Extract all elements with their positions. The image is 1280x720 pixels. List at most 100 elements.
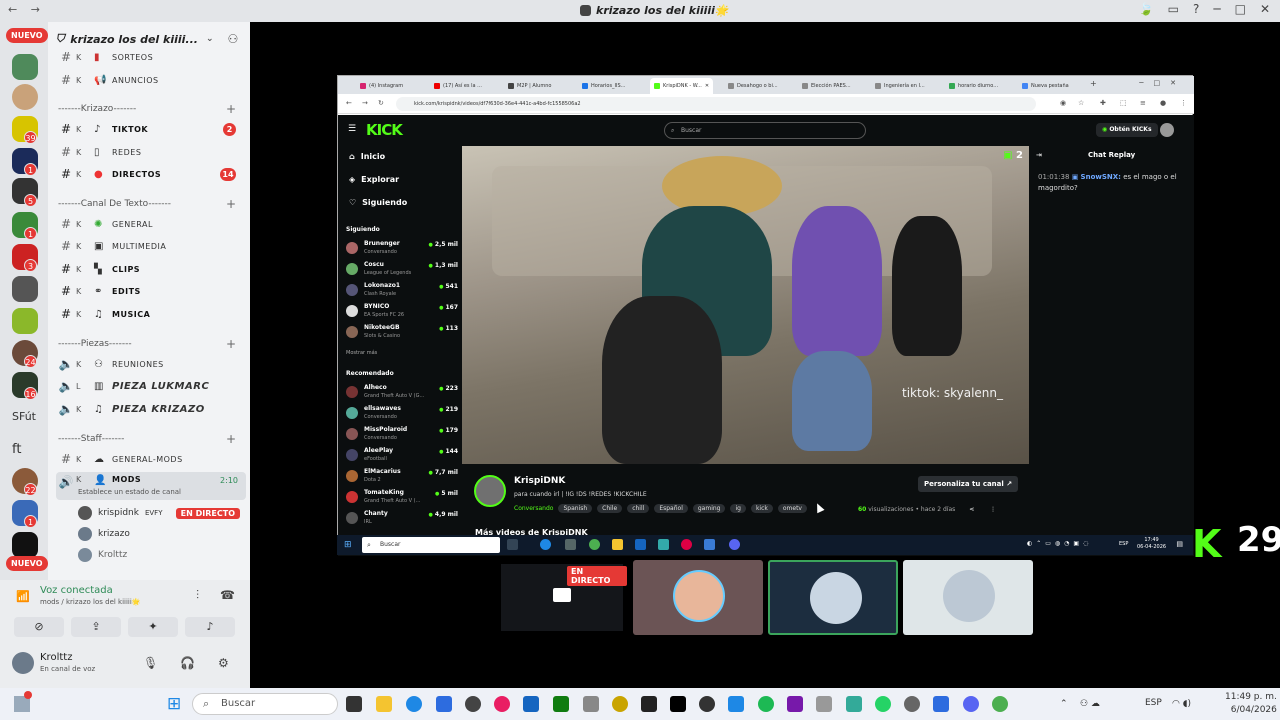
close-icon[interactable]: ✕ <box>1260 2 1270 16</box>
voice-user-krizazo[interactable]: krizazo <box>78 524 248 544</box>
category-link[interactable]: Conversando <box>514 505 553 512</box>
share-icon[interactable]: ⋖ <box>969 506 974 513</box>
category-piezas[interactable]: -------Piezas------- + <box>58 337 248 351</box>
hamburger-icon[interactable]: ☰ <box>348 124 356 134</box>
taskbar-search-box[interactable]: ⌕ Buscar <box>192 693 338 715</box>
following-channel[interactable]: BYNICO EA Sports FC 26 167 <box>346 302 458 322</box>
tag-chip[interactable]: kick <box>750 504 773 513</box>
app-icon[interactable] <box>436 696 452 712</box>
server-icon-8[interactable] <box>12 276 38 302</box>
channel-edits[interactable]: # K ⚭ EDITS <box>56 282 246 300</box>
participant-tile-stream[interactable]: EN DIRECTO <box>497 560 627 635</box>
channel-musica[interactable]: # K ♫ MUSICA <box>56 305 246 323</box>
maximize-icon[interactable]: □ <box>1235 2 1246 16</box>
voice-location[interactable]: mods / krizazo los del kiiiii🌟 <box>40 598 141 606</box>
mail-icon[interactable] <box>635 539 646 550</box>
browser-tab-active[interactable]: KrispiDNK - W... ✕ <box>650 78 714 94</box>
screen-share-button[interactable]: ⇪ <box>71 617 121 637</box>
extension-icon[interactable]: ⬚ <box>1120 99 1127 107</box>
edge-icon[interactable] <box>540 539 551 550</box>
discord-icon[interactable] <box>963 696 979 712</box>
edge-icon[interactable] <box>406 696 422 712</box>
browser-tab[interactable]: Nueva pestaña <box>1018 79 1073 92</box>
url-input[interactable]: kick.com/krispidnk/videos/df7f630d-36e4-… <box>396 97 1036 111</box>
channel-reuniones[interactable]: 🔈 K ⚇ REUNIONES <box>56 355 246 373</box>
customize-channel-button[interactable]: Personaliza tu canal ↗ <box>918 476 1019 492</box>
category-texto[interactable]: -------Canal De Texto------- + <box>58 197 248 211</box>
minimize-icon[interactable]: ─ <box>1213 2 1220 16</box>
tab-close-icon[interactable]: ✕ <box>705 83 709 89</box>
following-channel[interactable]: Coscu League of Legends 1,3 mil <box>346 260 458 280</box>
get-kicks-button[interactable]: ◉ Obtén KICKs <box>1096 123 1158 137</box>
notification-icon[interactable]: ▤ <box>1176 540 1183 548</box>
following-channel[interactable]: Lokonazo1 Clash Royale 541 <box>346 281 458 301</box>
wifi-sound-icons[interactable]: ◠ ◖) <box>1172 699 1191 709</box>
chevron-down-icon[interactable]: ⌄ <box>206 34 214 44</box>
show-hidden-icons[interactable]: ⌃ <box>1060 699 1068 709</box>
tiktok-icon[interactable] <box>670 696 686 712</box>
channel-multimedia[interactable]: # K ▣ MULTIMEDIA <box>56 237 246 255</box>
recommended-channel[interactable]: ellsawaves Conversando 219 <box>346 404 458 424</box>
tag-chip[interactable]: Spanish <box>558 504 593 513</box>
chrome-icon[interactable] <box>589 539 600 550</box>
add-channel-icon[interactable]: + <box>226 337 236 351</box>
forward-arrow-icon[interactable]: → <box>31 3 40 16</box>
channel-general[interactable]: # K ✺ GENERAL <box>56 215 246 233</box>
leaf-icon[interactable]: 🍃 <box>1139 2 1154 16</box>
add-member-icon[interactable]: ⚇ <box>228 32 239 46</box>
channel-directos[interactable]: # K ● DIRECTOS 14 <box>56 165 246 183</box>
disconnect-icon[interactable]: ☎ <box>220 588 235 602</box>
back-arrow-icon[interactable]: ← <box>8 3 17 16</box>
add-channel-icon[interactable]: + <box>226 432 236 446</box>
server-icon-1[interactable] <box>12 54 38 80</box>
recommended-channel[interactable]: Alheco Grand Theft Auto V (G... 223 <box>346 383 458 403</box>
show-more-link[interactable]: Mostrar más <box>346 350 377 356</box>
nav-inicio[interactable]: ⌂ Inicio <box>349 152 385 161</box>
settings-gear-icon[interactable]: ⚙ <box>218 656 229 670</box>
shared-search-box[interactable]: ⌕ Buscar <box>362 537 500 553</box>
app-icon[interactable] <box>933 696 949 712</box>
extension-icon[interactable]: ◉ <box>1060 99 1066 107</box>
tag-chip[interactable]: gaming <box>692 504 726 513</box>
chrome-icon[interactable] <box>992 696 1008 712</box>
language-indicator[interactable]: ESP <box>1145 698 1162 708</box>
voice-user-krispidnk[interactable]: krispidnk EVFY EN DIRECTO <box>78 503 248 523</box>
new-tab-icon[interactable]: + <box>1090 79 1097 88</box>
nav-explorar[interactable]: ◈ Explorar <box>349 175 399 184</box>
tag-chip[interactable]: Español <box>654 504 688 513</box>
more-options-icon[interactable]: ⋮ <box>990 506 996 513</box>
extension-icon[interactable]: ✚ <box>1100 99 1106 107</box>
discord-icon[interactable] <box>729 539 740 550</box>
activities-button[interactable]: ✦ <box>128 617 178 637</box>
server-icon-9[interactable] <box>12 308 38 334</box>
recommended-channel[interactable]: AleePlay eFootball 144 <box>346 446 458 466</box>
video-player[interactable]: tiktok: skyalenn_ ▣ 2 <box>462 146 1029 464</box>
channel-status[interactable]: Establece un estado de canal <box>78 488 181 496</box>
camera-off-button[interactable]: ⊘ <box>14 617 64 637</box>
back-icon[interactable]: ← <box>346 99 352 107</box>
recommended-channel[interactable]: Chanty IRL 4,9 mil <box>346 509 458 529</box>
kick-logo[interactable]: KICK <box>366 121 403 139</box>
signal-icon[interactable]: 📶 <box>16 590 30 604</box>
app-icon[interactable] <box>846 696 862 712</box>
spotify-icon[interactable] <box>758 696 774 712</box>
channel-pieza-krizazo[interactable]: 🔈 K ♫ PIEZA KRIZAZO <box>56 400 246 418</box>
nav-siguiendo[interactable]: ♡ Siguiendo <box>349 198 407 207</box>
window-controls-icon[interactable]: ─□✕ <box>1139 79 1186 87</box>
recommended-channel[interactable]: MissPolaroid Conversando 179 <box>346 425 458 445</box>
channel-anuncios[interactable]: # K 📢 ANUNCIOS <box>56 71 246 89</box>
channel-pieza-lukmarc[interactable]: 🔈 L ▥ PIEZA LUKMARC <box>56 377 246 395</box>
language-indicator[interactable]: ESP <box>1119 541 1128 547</box>
store-icon[interactable] <box>523 696 539 712</box>
channel-redes[interactable]: # K ▯ REDES <box>56 143 246 161</box>
server-icon-14[interactable] <box>12 532 38 558</box>
browser-tab[interactable]: Ingeniería en I... <box>871 79 929 92</box>
app-icon[interactable] <box>494 696 510 712</box>
add-channel-icon[interactable]: + <box>226 102 236 116</box>
windows-start-icon[interactable]: ⊞ <box>344 540 352 550</box>
tag-chip[interactable]: chill <box>627 504 650 513</box>
participant-tile[interactable] <box>903 560 1033 635</box>
bookmark-star-icon[interactable]: ☆ <box>1078 99 1084 107</box>
following-channel[interactable]: NikoteeGB Slots & Casino 113 <box>346 323 458 343</box>
channel-name[interactable]: KrispiDNK <box>514 476 565 486</box>
